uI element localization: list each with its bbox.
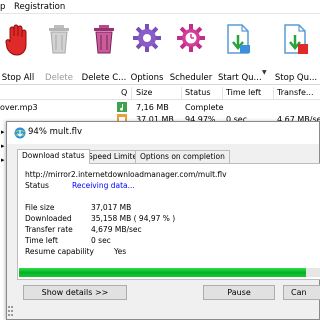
status-value: Receiving data...	[72, 181, 135, 190]
column-q[interactable]: Q	[121, 88, 127, 97]
trash-completed-icon	[94, 25, 114, 54]
stop-all-label: Stop All	[1, 73, 35, 83]
stop-queue-label: Stop Qu...	[274, 73, 318, 83]
cancel-button[interactable]: Can	[283, 285, 320, 300]
time-left-label: Time left	[25, 236, 58, 245]
options-label: Options	[130, 73, 164, 83]
delete-completed-button[interactable]: Delete C...	[80, 21, 128, 83]
transfer-rate-value: 4,679 MB/sec	[91, 225, 142, 234]
column-time-left[interactable]: Time left	[226, 88, 261, 97]
trash-icon	[49, 25, 69, 54]
download-progress-dialog: 94% mult.flv Download status Speed Limit…	[6, 121, 320, 320]
stop-queue-icon	[284, 24, 308, 54]
file-size-label: File size	[25, 203, 55, 212]
row-status: Complete	[185, 103, 224, 112]
resize-grip-icon[interactable]	[8, 305, 14, 319]
pause-button[interactable]: Pause	[203, 285, 275, 300]
download-url: http://mirror2.internetdownloadmanager.c…	[25, 170, 227, 179]
downloaded-label: Downloaded	[25, 214, 72, 223]
tab-download-status[interactable]: Download status	[17, 149, 90, 164]
start-queue-dropdown-icon[interactable]: ▼	[262, 69, 267, 76]
column-transfer[interactable]: Transfe...	[277, 88, 314, 97]
idm-globe-icon	[14, 127, 26, 139]
delete-completed-label: Delete C...	[81, 73, 127, 83]
menu-item-registration[interactable]: Registration	[14, 2, 65, 12]
status-label: Status	[25, 181, 49, 190]
tab-options-on-completion[interactable]: Options on completion	[135, 150, 230, 163]
resume-capability-label: Resume capability	[25, 247, 94, 256]
dialog-title-bar: 94% mult.flv	[7, 122, 319, 144]
toolbar: Stop All Delete Delete C... Options Sche…	[0, 15, 320, 85]
download-progress-bar	[19, 268, 320, 277]
dialog-title: 94% mult.flv	[28, 127, 83, 137]
delete-button[interactable]: Delete	[40, 21, 78, 83]
transfer-rate-label: Transfer rate	[25, 225, 73, 234]
scheduler-icon	[177, 24, 205, 52]
row-file-name: over.mp3	[0, 103, 38, 112]
download-status-panel: http://mirror2.internetdownloadmanager.c…	[17, 163, 320, 280]
downloaded-value: 35,158 MB ( 94,97 % )	[91, 214, 176, 223]
stop-all-button[interactable]: Stop All	[0, 21, 44, 83]
column-status[interactable]: Status	[185, 88, 211, 97]
file-size-value: 37,017 MB	[91, 203, 132, 212]
delete-label: Delete	[45, 73, 73, 83]
list-header: Q Size Status Time left Transfe...	[0, 86, 320, 100]
row-size: 7,16 MB	[136, 103, 169, 112]
start-queue-button[interactable]: Start Qu...	[218, 21, 262, 83]
hand-stop-icon	[5, 24, 27, 56]
scheduler-label: Scheduler	[169, 73, 213, 83]
options-button[interactable]: Options	[128, 21, 166, 83]
resume-capability-value: Yes	[114, 247, 127, 256]
music-file-icon	[117, 102, 127, 114]
scheduler-button[interactable]: Scheduler	[168, 21, 214, 83]
start-queue-icon	[227, 24, 250, 54]
show-details-button[interactable]: Show details >>	[23, 285, 127, 300]
gear-icon	[133, 24, 161, 52]
stop-queue-button[interactable]: Stop Qu...	[272, 21, 320, 83]
start-queue-label: Start Qu...	[218, 73, 262, 83]
menu-item-partial[interactable]: p	[0, 2, 5, 12]
time-left-value: 0 sec	[91, 236, 111, 245]
table-row[interactable]: over.mp3 7,16 MB Complete	[0, 102, 320, 114]
download-progress-fill	[19, 268, 306, 277]
download-list: Q Size Status Time left Transfe... over.…	[0, 86, 320, 126]
menu-bar: p Registration	[0, 0, 320, 14]
column-size[interactable]: Size	[136, 88, 152, 97]
